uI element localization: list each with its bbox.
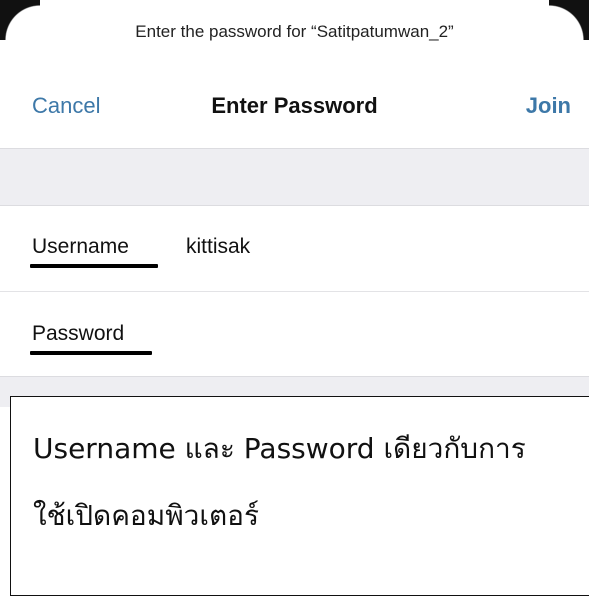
username-row[interactable]: Username kittisak <box>0 205 589 291</box>
note-line-2: ใช้เปิดคอมพิวเตอร์ <box>33 499 259 532</box>
username-field[interactable]: kittisak <box>186 235 250 259</box>
nav-bar: Enter Password Cancel Join <box>0 85 589 125</box>
network-prompt: Enter the password for “Satitpatumwan_2” <box>135 22 454 41</box>
username-label: Username <box>32 235 129 258</box>
section-separator <box>0 148 589 206</box>
cancel-button[interactable]: Cancel <box>32 93 100 119</box>
password-underline-annotation <box>30 351 152 355</box>
password-sheet: Enter the password for “Satitpatumwan_2”… <box>0 0 589 596</box>
password-row[interactable]: Password <box>0 291 589 378</box>
annotation-note-box: Username และ Password เดียวกับการ ใช้เปิ… <box>10 396 589 596</box>
note-line-1: Username และ Password เดียวกับการ <box>33 432 526 465</box>
password-label: Password <box>32 322 125 345</box>
join-button[interactable]: Join <box>526 93 571 119</box>
password-field[interactable] <box>186 316 560 350</box>
username-underline-annotation <box>30 264 158 268</box>
